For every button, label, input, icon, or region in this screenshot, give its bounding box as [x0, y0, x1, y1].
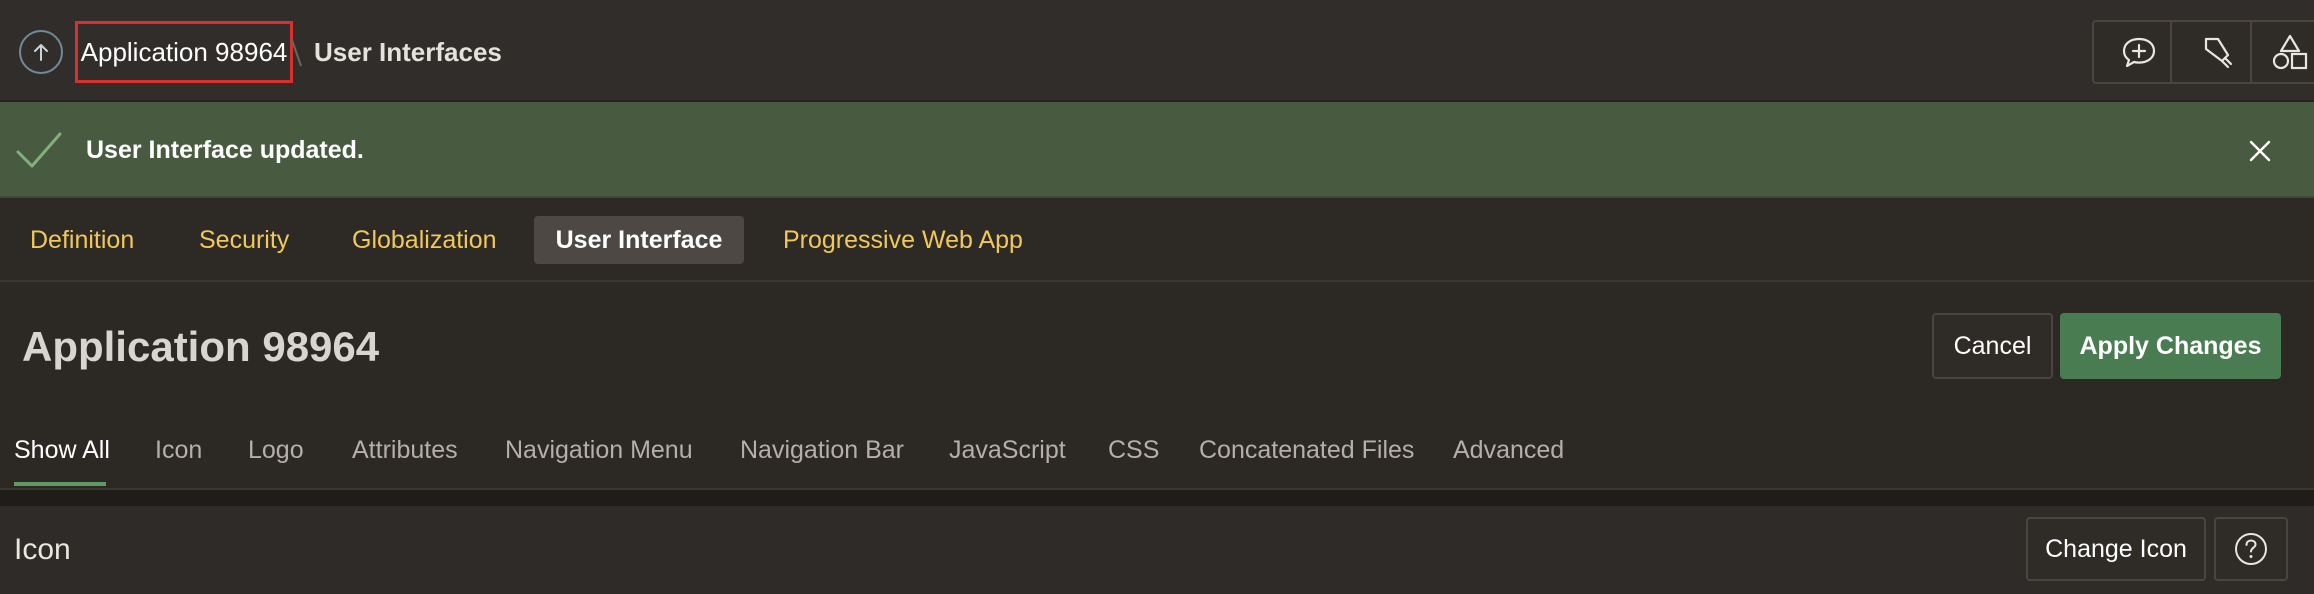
checkmark-icon — [16, 132, 62, 168]
success-message-text: User Interface updated. — [86, 136, 364, 164]
shared-components-button[interactable] — [2250, 20, 2314, 84]
breadcrumb-user-interfaces[interactable]: User Interfaces — [314, 36, 502, 68]
breadcrumb-current-application[interactable]: Application 98964 — [75, 21, 293, 83]
section-separator — [0, 490, 2314, 506]
subtab-logo[interactable]: Logo — [248, 432, 304, 472]
tab-definition[interactable]: Definition — [30, 216, 134, 264]
highlighter-icon — [2204, 37, 2233, 69]
shapes-icon — [2272, 34, 2308, 70]
subtab-navigation-menu[interactable]: Navigation Menu — [505, 432, 693, 472]
tab-security[interactable]: Security — [199, 216, 289, 264]
tab-progressive-web-app[interactable]: Progressive Web App — [783, 216, 1023, 264]
help-button[interactable] — [2214, 517, 2288, 581]
success-message-banner: User Interface updated. — [0, 102, 2314, 198]
subtab-javascript[interactable]: JavaScript — [949, 432, 1066, 472]
region-title-icon: Icon — [14, 533, 71, 566]
navigate-up-button[interactable] — [19, 30, 63, 74]
help-icon — [2235, 533, 2267, 565]
icon-region-header — [0, 506, 2314, 594]
page-tabs — [0, 198, 2314, 282]
subtab-attributes[interactable]: Attributes — [352, 432, 458, 472]
page-title: Application 98964 — [22, 323, 380, 370]
add-comment-icon — [2122, 37, 2156, 68]
subtab-concatenated-files[interactable]: Concatenated Files — [1199, 432, 1414, 472]
breadcrumb-separator-icon — [291, 39, 302, 67]
tab-globalization[interactable]: Globalization — [352, 216, 497, 264]
subtab-show-all[interactable]: Show All — [14, 432, 110, 472]
apply-changes-button[interactable]: Apply Changes — [2060, 313, 2281, 379]
breadcrumb-current-label: Application 98964 — [80, 36, 288, 67]
subtab-icon[interactable]: Icon — [155, 432, 202, 472]
subtab-css[interactable]: CSS — [1108, 432, 1159, 472]
tab-user-interface[interactable]: User Interface — [534, 216, 744, 264]
change-icon-button[interactable]: Change Icon — [2026, 517, 2206, 581]
subtab-navigation-bar[interactable]: Navigation Bar — [740, 432, 904, 472]
close-icon[interactable] — [2245, 136, 2275, 166]
active-subtab-indicator — [14, 482, 106, 486]
arrow-up-icon — [34, 44, 48, 61]
subtab-advanced[interactable]: Advanced — [1453, 432, 1564, 472]
cancel-button[interactable]: Cancel — [1932, 313, 2053, 379]
